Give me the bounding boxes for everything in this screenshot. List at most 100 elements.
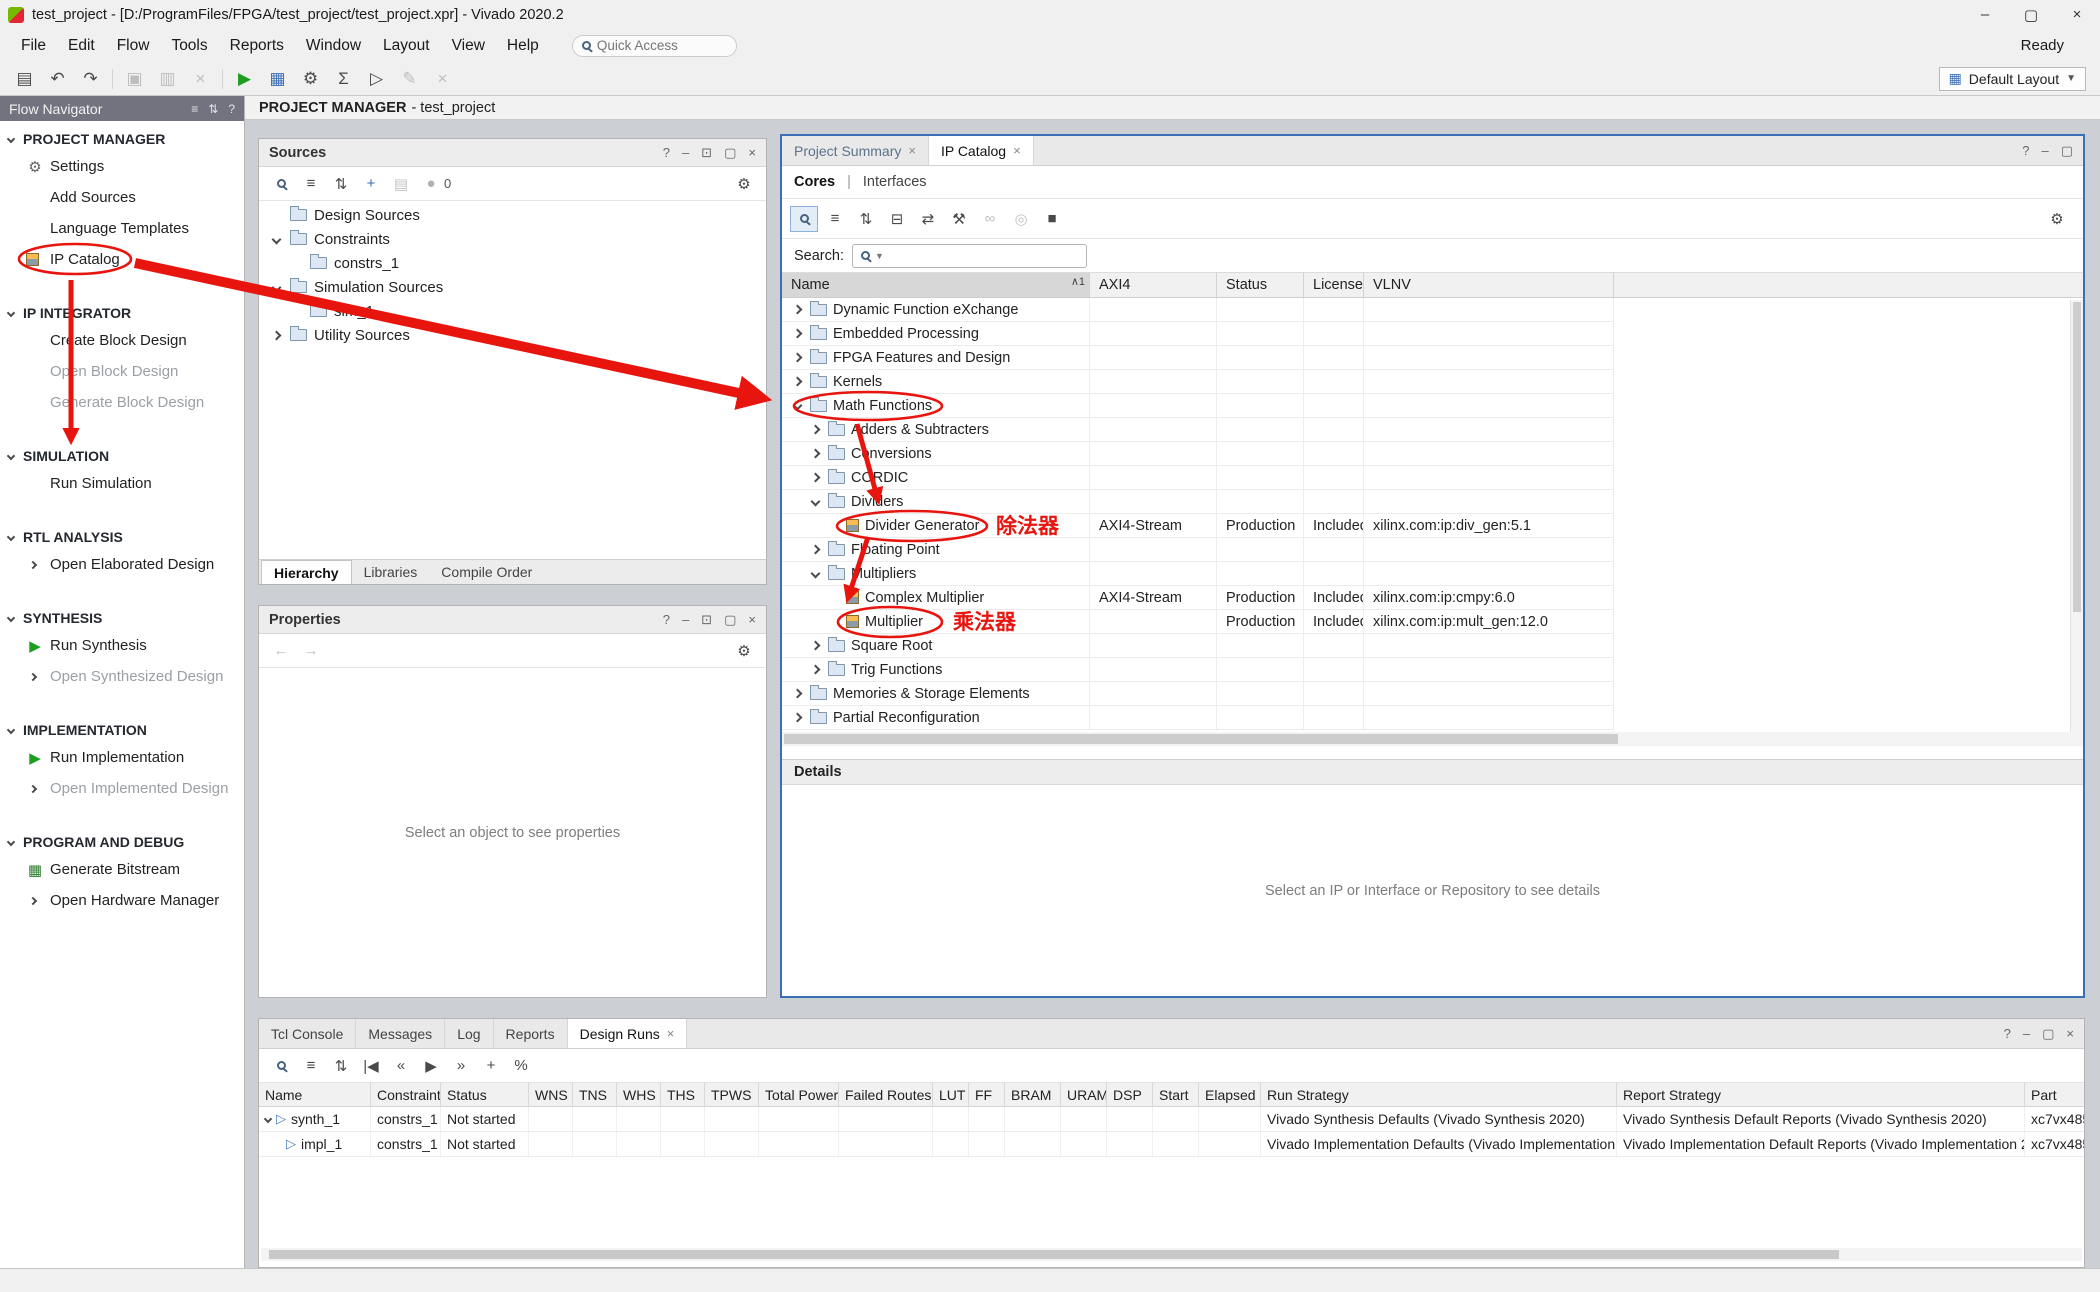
ip-row-divider-generator[interactable]: Divider GeneratorAXI4-StreamProductionIn… bbox=[782, 514, 1614, 538]
ip-row-conversions[interactable]: Conversions bbox=[782, 442, 1614, 466]
flow-item-open-hardware-manager[interactable]: Open Hardware Manager bbox=[0, 885, 244, 916]
help-icon[interactable]: ? bbox=[2004, 1026, 2011, 1041]
create-run-icon[interactable]: + bbox=[477, 1053, 505, 1079]
help-icon[interactable]: ? bbox=[2022, 143, 2029, 158]
group-icon[interactable]: ⊟ bbox=[883, 206, 911, 232]
close-icon[interactable]: × bbox=[1013, 143, 1021, 158]
float-icon[interactable]: ⊡ bbox=[701, 612, 712, 628]
float-icon[interactable]: ⊡ bbox=[701, 145, 712, 161]
percent-icon[interactable]: % bbox=[507, 1053, 535, 1079]
tree-item-sim-1[interactable]: sim_1 bbox=[259, 299, 766, 323]
run-icon[interactable]: ▶ bbox=[417, 1053, 445, 1079]
expander-icon[interactable] bbox=[269, 236, 283, 243]
flow-item-open-block-design[interactable]: Open Block Design bbox=[0, 356, 244, 387]
scrollbar-thumb[interactable] bbox=[784, 734, 1618, 744]
expander-icon[interactable] bbox=[808, 498, 822, 505]
column-header-whs[interactable]: WHS bbox=[617, 1083, 661, 1106]
column-header-part[interactable]: Part bbox=[2025, 1083, 2085, 1106]
flow-section-simulation[interactable]: SIMULATION bbox=[0, 444, 244, 468]
column-header-name[interactable]: Name bbox=[259, 1083, 371, 1106]
flow-item-open-elaborated-design[interactable]: Open Elaborated Design bbox=[0, 549, 244, 580]
ip-row-partial-reconfiguration[interactable]: Partial Reconfiguration bbox=[782, 706, 1614, 730]
column-header-ff[interactable]: FF bbox=[969, 1083, 1005, 1106]
menu-flow[interactable]: Flow bbox=[106, 32, 161, 60]
runs-horizontal-scrollbar[interactable] bbox=[261, 1248, 2082, 1261]
expander-icon[interactable] bbox=[808, 666, 822, 673]
collapse-all-icon[interactable]: ≡ bbox=[191, 102, 198, 116]
flow-section-rtl-analysis[interactable]: RTL ANALYSIS bbox=[0, 525, 244, 549]
first-run-icon[interactable]: |◀ bbox=[357, 1053, 385, 1079]
close-icon[interactable]: × bbox=[667, 1026, 675, 1041]
column-header-total-power[interactable]: Total Power bbox=[759, 1083, 839, 1106]
expander-icon[interactable] bbox=[808, 426, 822, 433]
expander-icon[interactable] bbox=[790, 714, 804, 721]
ip-row-memories-storage-elements[interactable]: Memories & Storage Elements bbox=[782, 682, 1614, 706]
tab-project-summary[interactable]: Project Summary× bbox=[782, 136, 929, 165]
menu-tools[interactable]: Tools bbox=[160, 32, 218, 60]
menu-reports[interactable]: Reports bbox=[219, 32, 295, 60]
tree-item-constraints[interactable]: Constraints bbox=[259, 227, 766, 251]
column-header-start[interactable]: Start bbox=[1153, 1083, 1199, 1106]
run-row-synth-1[interactable]: ▷synth_1constrs_1Not startedVivado Synth… bbox=[259, 1107, 2084, 1132]
maximize-icon[interactable]: ▢ bbox=[724, 145, 736, 161]
ip-row-embedded-processing[interactable]: Embedded Processing bbox=[782, 322, 1614, 346]
tree-item-utility-sources[interactable]: Utility Sources bbox=[259, 323, 766, 347]
flow-item-settings[interactable]: ⚙Settings bbox=[0, 151, 244, 182]
tab-log[interactable]: Log bbox=[445, 1019, 493, 1048]
tree-item-constrs-1[interactable]: constrs_1 bbox=[259, 251, 766, 275]
quick-access-input[interactable] bbox=[597, 38, 712, 53]
minimize-icon[interactable]: – bbox=[1962, 0, 2008, 29]
flow-item-add-sources[interactable]: Add Sources bbox=[0, 182, 244, 213]
tab-reports[interactable]: Reports bbox=[494, 1019, 568, 1048]
close-icon[interactable]: × bbox=[748, 612, 756, 627]
ip-row-complex-multiplier[interactable]: Complex MultiplierAXI4-StreamProductionI… bbox=[782, 586, 1614, 610]
close-icon[interactable]: × bbox=[908, 143, 916, 158]
ip-row-math-functions[interactable]: Math Functions bbox=[782, 394, 1614, 418]
expander-icon[interactable] bbox=[808, 546, 822, 553]
minimize-icon[interactable]: – bbox=[682, 145, 689, 160]
filter-icon[interactable]: ≡ bbox=[297, 1053, 325, 1079]
tab-ip-catalog[interactable]: IP Catalog× bbox=[929, 136, 1034, 165]
ip-row-fpga-features-and-design[interactable]: FPGA Features and Design bbox=[782, 346, 1614, 370]
close-icon[interactable]: × bbox=[2054, 0, 2100, 29]
flow-section-implementation[interactable]: IMPLEMENTATION bbox=[0, 718, 244, 742]
elaborate-icon[interactable]: ▷ bbox=[360, 65, 393, 93]
search-icon[interactable] bbox=[267, 1053, 295, 1079]
settings-gear-icon[interactable]: ⚙ bbox=[730, 171, 758, 197]
tab-libraries[interactable]: Libraries bbox=[352, 560, 430, 584]
ip-row-kernels[interactable]: Kernels bbox=[782, 370, 1614, 394]
close-icon[interactable]: × bbox=[2066, 1026, 2074, 1041]
sort-icon[interactable]: ⇅ bbox=[208, 102, 218, 116]
menu-window[interactable]: Window bbox=[295, 32, 372, 60]
help-icon[interactable]: ? bbox=[663, 145, 670, 160]
column-header-vlnv[interactable]: VLNV bbox=[1364, 273, 1614, 297]
flow-section-synthesis[interactable]: SYNTHESIS bbox=[0, 606, 244, 630]
column-header-run-strategy[interactable]: Run Strategy bbox=[1261, 1083, 1617, 1106]
run-icon[interactable]: ▶ bbox=[228, 65, 261, 93]
tree-item-simulation-sources[interactable]: Simulation Sources bbox=[259, 275, 766, 299]
tab-tcl-console[interactable]: Tcl Console bbox=[259, 1019, 356, 1048]
add-sources-icon[interactable]: + bbox=[357, 171, 385, 197]
step-forward-icon[interactable]: » bbox=[447, 1053, 475, 1079]
flow-item-generate-bitstream[interactable]: ▦Generate Bitstream bbox=[0, 854, 244, 885]
column-header-uram[interactable]: URAM bbox=[1061, 1083, 1107, 1106]
flow-section-project-manager[interactable]: PROJECT MANAGER bbox=[0, 127, 244, 151]
column-header-license[interactable]: License bbox=[1304, 273, 1364, 297]
column-header-tns[interactable]: TNS bbox=[573, 1083, 617, 1106]
ip-row-multiplier[interactable]: MultiplierProductionIncludedxilinx.com:i… bbox=[782, 610, 1614, 634]
column-header-report-strategy[interactable]: Report Strategy bbox=[1617, 1083, 2025, 1106]
tab-hierarchy[interactable]: Hierarchy bbox=[261, 560, 352, 584]
maximize-icon[interactable]: ▢ bbox=[724, 612, 736, 628]
ip-row-floating-point[interactable]: Floating Point bbox=[782, 538, 1614, 562]
maximize-icon[interactable]: ▢ bbox=[2008, 0, 2054, 29]
expander-icon[interactable] bbox=[790, 354, 804, 361]
quick-access-search[interactable] bbox=[572, 35, 737, 57]
expand-collapse-icon[interactable]: ⇅ bbox=[852, 206, 880, 232]
settings-gear-icon[interactable]: ⚙ bbox=[730, 638, 758, 664]
ip-row-dynamic-function-exchange[interactable]: Dynamic Function eXchange bbox=[782, 298, 1614, 322]
expander-icon[interactable] bbox=[808, 642, 822, 649]
expander-icon[interactable] bbox=[790, 378, 804, 385]
menu-file[interactable]: File bbox=[10, 32, 57, 60]
save-icon[interactable]: ▤ bbox=[8, 65, 41, 93]
menu-edit[interactable]: Edit bbox=[57, 32, 106, 60]
